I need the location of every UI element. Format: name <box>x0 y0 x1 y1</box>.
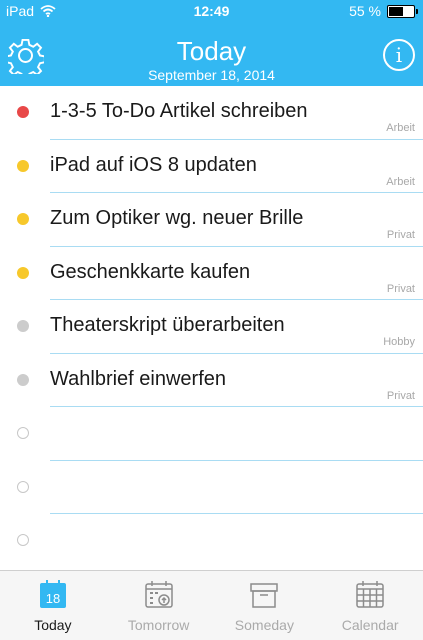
page-title: Today <box>176 36 247 66</box>
priority-dot-icon <box>17 213 29 225</box>
priority-dot-icon <box>17 266 29 279</box>
task-tag: Privat <box>386 282 415 295</box>
tomorrow-icon <box>144 581 173 608</box>
tab-label: Calendar <box>341 617 399 633</box>
task-tag: Hobby <box>383 336 415 348</box>
task-label: Theaterskript überarbeiten <box>50 314 285 336</box>
task-label: 1-3-5 To-Do Artikel schreiben <box>50 100 308 122</box>
priority-dot-icon <box>17 106 29 118</box>
battery-percent: 55 % <box>349 3 381 19</box>
task-tag: Privat <box>386 389 415 402</box>
empty-task-row[interactable] <box>0 461 423 514</box>
task-list: 1-3-5 To-Do Artikel schreiben Arbeit iPa… <box>0 86 423 568</box>
empty-task-row[interactable] <box>0 407 423 461</box>
status-bar: iPad 12:49 55 % <box>0 0 423 22</box>
task-row[interactable]: Geschenkkarte kaufen Privat <box>0 247 423 300</box>
task-label: iPad auf iOS 8 updaten <box>50 153 257 176</box>
task-tag: Privat <box>386 229 415 241</box>
task-row[interactable]: Zum Optiker wg. neuer Brille Privat <box>0 193 423 247</box>
status-right: 55 % <box>349 3 418 19</box>
empty-task-row[interactable] <box>0 514 423 568</box>
priority-dot-icon <box>17 159 29 172</box>
tab-label: Someday <box>234 617 294 633</box>
task-label: Geschenkkarte kaufen <box>50 260 251 283</box>
tab-someday[interactable]: Someday <box>212 571 318 640</box>
task-row[interactable]: Wahlbrief einwerfen Privat <box>0 354 423 407</box>
calendar-grid-icon <box>356 581 384 608</box>
calendar-badge: 18 <box>46 591 60 606</box>
battery-icon <box>387 4 418 18</box>
archive-box-icon <box>250 583 279 608</box>
tab-tomorrow[interactable]: Tomorrow <box>106 571 212 640</box>
empty-circle-icon <box>17 534 29 546</box>
calendar-day-icon: 18 <box>39 580 66 608</box>
priority-dot-icon <box>17 320 29 332</box>
tab-today[interactable]: 18 Today <box>0 571 106 640</box>
tab-calendar[interactable]: Calendar <box>317 571 423 640</box>
info-icon[interactable]: i <box>383 39 415 71</box>
header: Today September 18, 2014 i <box>0 22 423 86</box>
task-row[interactable]: Theaterskript überarbeiten Hobby <box>0 300 423 354</box>
tab-label: Tomorrow <box>127 617 190 633</box>
tab-label: Today <box>34 617 72 633</box>
empty-circle-icon <box>17 480 29 493</box>
task-row[interactable]: 1-3-5 To-Do Artikel schreiben Arbeit <box>0 86 423 140</box>
task-row[interactable]: iPad auf iOS 8 updaten Arbeit <box>0 140 423 193</box>
task-label: Wahlbrief einwerfen <box>50 367 227 390</box>
empty-circle-icon <box>17 427 29 439</box>
task-tag: Arbeit <box>386 122 415 134</box>
page-date: September 18, 2014 <box>148 67 275 83</box>
priority-dot-icon <box>17 373 29 386</box>
tab-bar: 18 Today Tomorrow Someday Calendar <box>0 570 423 640</box>
task-tag: Arbeit <box>386 175 415 188</box>
task-label: Zum Optiker wg. neuer Brille <box>50 207 304 229</box>
